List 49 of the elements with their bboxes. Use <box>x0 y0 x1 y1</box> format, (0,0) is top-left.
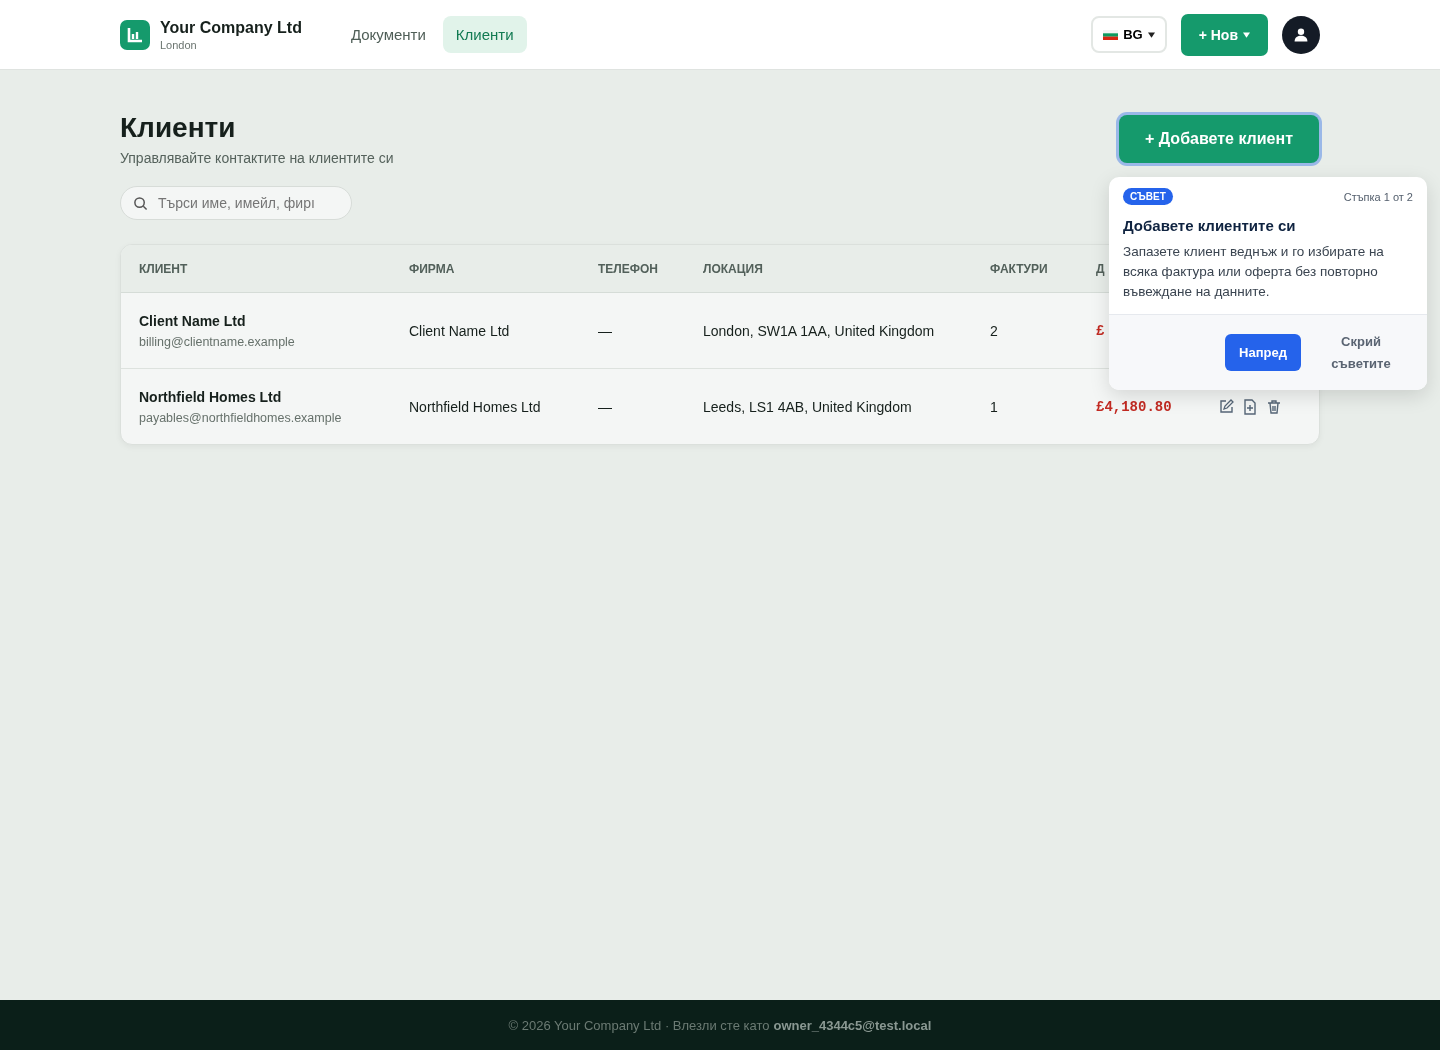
nav-tab[interactable]: Клиенти <box>442 16 527 53</box>
amount-cell: £4,180.80 <box>1096 398 1172 415</box>
page-title: Клиенти <box>120 112 237 144</box>
caret-icon <box>1243 31 1250 38</box>
language-code: BG <box>1123 27 1143 42</box>
new-button[interactable]: + Нов <box>1180 13 1268 56</box>
table-cell-text: — <box>598 322 613 339</box>
tip-badge: СЪВЕТ <box>1123 188 1173 205</box>
add-document-icon[interactable] <box>1242 398 1258 415</box>
next-button[interactable]: Напред <box>1225 334 1301 371</box>
client-email: payables@northfieldhomes.example <box>139 410 343 425</box>
step-counter: Стъпка 1 от 2 <box>1343 190 1413 203</box>
company-name: Your Company Ltd <box>160 18 302 37</box>
page-subtitle: Управлявайте контактите на клиентите си <box>120 150 394 166</box>
person-icon <box>1293 26 1309 43</box>
client-email: billing@clientname.example <box>139 334 296 349</box>
column-header: ФАКТУРИ <box>990 261 1048 276</box>
nav-tab[interactable]: Документи <box>337 16 439 53</box>
table-cell-text: 1 <box>990 398 999 415</box>
column-header: Д <box>1096 261 1105 276</box>
table-cell-text: Client Name Ltd <box>409 322 511 339</box>
tip-title: Добавете клиентите си <box>1123 217 1297 234</box>
trash-icon[interactable] <box>1266 398 1282 415</box>
column-header: ФИРМА <box>409 261 455 276</box>
caret-icon <box>1147 31 1155 38</box>
user-avatar-button[interactable] <box>1282 15 1320 54</box>
search-field[interactable]: Търси име, имейл, фирı <box>120 186 352 220</box>
client-name: Client Name Ltd <box>139 312 247 329</box>
footer-text: © 2026 Your Company Ltd · Влезли сте като owner_4344c5@test.local <box>0 1000 1440 1050</box>
language-dropdown[interactable]: BG <box>1091 16 1167 53</box>
search-input[interactable]: Търси име, имейл, фирı <box>156 194 325 212</box>
table-cell-text: Leeds, LS1 4AB, United Kingdom <box>703 398 913 415</box>
search-icon <box>133 195 148 211</box>
amount-cell: £ <box>1096 322 1105 339</box>
table-cell-text: Northfield Homes Ltd <box>409 398 542 415</box>
table-cell-text: 2 <box>990 322 999 339</box>
column-header: КЛИЕНТ <box>139 261 188 276</box>
client-name: Northfield Homes Ltd <box>139 388 283 405</box>
edit-icon[interactable] <box>1218 398 1234 415</box>
table-cell-text: — <box>598 398 613 415</box>
column-header: ЛОКАЦИЯ <box>703 261 763 276</box>
company-city: London <box>160 38 198 51</box>
table-cell-text: London, SW1A 1AA, United Kingdom <box>703 322 936 339</box>
add-client-button[interactable]: + Добавете клиент <box>1118 115 1319 163</box>
column-header: ТЕЛЕФОН <box>598 261 658 276</box>
chart-logo-icon <box>120 19 150 50</box>
flag-icon <box>1103 29 1119 40</box>
tip-text: Запазете клиент веднъж и го избирате на всяка фактура или оферта без повторно въвеждане на данните. <box>1123 243 1385 301</box>
hide-tips-button[interactable]: Скрий съветите <box>1311 329 1411 376</box>
